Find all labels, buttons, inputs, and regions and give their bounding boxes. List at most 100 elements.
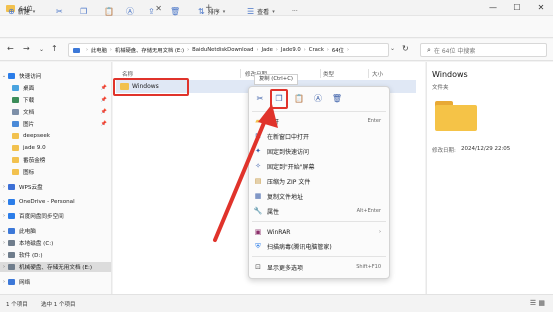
- view-toggle[interactable]: ☰ ▦: [530, 299, 545, 307]
- menu-shortcut: Shift+F10: [356, 264, 381, 270]
- forward-arrow-icon[interactable]: →: [23, 44, 30, 53]
- sidebar-item-drive-d[interactable]: › 软件 (D:): [0, 250, 111, 260]
- sidebar-item-pictures[interactable]: 图片 📌: [0, 119, 111, 129]
- chevron-down-icon[interactable]: ⌄: [390, 45, 395, 52]
- sort-icon: ⇅: [198, 7, 205, 16]
- minimize-button[interactable]: —: [481, 0, 505, 16]
- sidebar-item-quick-access[interactable]: ⌄ 快速访问: [0, 71, 111, 81]
- back-arrow-icon[interactable]: ←: [7, 44, 14, 53]
- sidebar-item-label: 图片: [23, 122, 35, 128]
- drive-icon: [8, 252, 15, 258]
- breadcrumb-item[interactable]: Jade9.0: [281, 47, 301, 53]
- sidebar-item-network[interactable]: › 网络: [0, 277, 111, 287]
- folder-icon: [12, 133, 19, 139]
- sidebar-item-baidu[interactable]: › 百度网盘同步空间: [0, 211, 111, 221]
- sidebar-item-jade[interactable]: jade 9.0: [0, 143, 111, 153]
- scissors-icon: ✂: [56, 7, 63, 16]
- sidebar-item-wps[interactable]: › WPS云盘: [0, 182, 111, 192]
- chevron-right-icon[interactable]: ›: [0, 264, 8, 270]
- breadcrumb-item[interactable]: BaiduNetdiskDownload: [192, 47, 253, 53]
- folder-icon: [12, 145, 19, 151]
- breadcrumb-item[interactable]: 此电脑: [91, 46, 107, 54]
- sidebar-item-label: OneDrive - Personal: [19, 199, 75, 205]
- search-input[interactable]: ⌕ 在 64位 中搜索: [420, 43, 547, 57]
- copy-button[interactable]: ❐: [80, 5, 90, 18]
- breadcrumb-item[interactable]: Jade: [261, 47, 272, 53]
- chevron-right-icon[interactable]: ›: [0, 240, 8, 246]
- sidebar-item-fanqie[interactable]: 番茄金榜: [0, 155, 111, 165]
- sidebar-item-label: 番茄金榜: [23, 158, 46, 164]
- search-icon: ⌕: [427, 45, 431, 54]
- preview-type: 文件夹: [432, 85, 449, 91]
- pin-icon: 📌: [100, 85, 107, 91]
- cut-button[interactable]: ✂: [56, 5, 66, 18]
- up-arrow-icon[interactable]: ↑: [51, 44, 58, 53]
- computer-icon: [73, 47, 80, 53]
- computer-icon: [8, 228, 15, 234]
- sort-button[interactable]: ⇅ 排序 ▾: [198, 5, 225, 18]
- chevron-right-icon[interactable]: ›: [0, 279, 8, 285]
- column-header-type[interactable]: 类型: [323, 70, 334, 78]
- item-count: 1 个项目: [6, 302, 28, 308]
- sidebar-item-label: 软件 (D:): [19, 253, 43, 259]
- view-icon: ☰: [247, 7, 255, 16]
- star-icon: [8, 73, 15, 79]
- chevron-right-icon[interactable]: ›: [0, 199, 8, 205]
- new-button[interactable]: ⊕ 新建 ▾: [8, 5, 35, 18]
- refresh-icon[interactable]: ↻: [402, 44, 409, 53]
- rename-icon[interactable]: Ⓐ: [311, 92, 325, 106]
- rename-icon: Ⓐ: [126, 7, 134, 16]
- preview-pane: [426, 62, 553, 294]
- plus-circle-icon: ⊕: [8, 7, 15, 16]
- preview-date: 2024/12/29 22:05: [461, 146, 511, 152]
- network-icon: [8, 279, 15, 285]
- more-button[interactable]: ···: [292, 5, 298, 18]
- status-bar: [0, 294, 553, 312]
- sidebar-item-this-pc[interactable]: ⌄ 此电脑: [0, 226, 111, 236]
- window-controls: — ☐ ✕: [481, 0, 553, 16]
- sidebar-item-deepseek[interactable]: deepseek: [0, 131, 111, 141]
- sidebar-item-onedrive[interactable]: › OneDrive - Personal: [0, 197, 111, 207]
- sidebar-item-label: 下载: [23, 98, 35, 104]
- chevron-down-icon[interactable]: ⌄: [39, 46, 44, 53]
- breadcrumb-item[interactable]: 机械硬盘、存储无用文档 (E:): [115, 46, 184, 54]
- column-header-name[interactable]: 名称: [122, 70, 133, 78]
- chevron-right-icon: ›: [379, 229, 381, 235]
- sidebar-item-label: deepseek: [23, 133, 51, 139]
- chevron-down-icon[interactable]: ⌄: [0, 228, 8, 234]
- chevron-down-icon: ▾: [32, 8, 36, 15]
- paste-button[interactable]: 📋: [104, 5, 117, 18]
- column-header-size[interactable]: 大小: [372, 70, 383, 78]
- download-icon: [12, 97, 19, 103]
- address-bar[interactable]: › 此电脑 › 机械硬盘、存储无用文档 (E:) › BaiduNetdiskD…: [68, 43, 389, 57]
- preview-date-label: 修改日期:: [432, 148, 456, 154]
- trash-icon: 🗑: [170, 7, 181, 16]
- close-button[interactable]: ✕: [529, 0, 553, 16]
- chevron-right-icon[interactable]: ›: [0, 213, 8, 219]
- chevron-right-icon[interactable]: ›: [0, 184, 8, 190]
- paste-icon[interactable]: 📋: [292, 92, 306, 106]
- sidebar-item-icons[interactable]: 图标: [0, 167, 111, 177]
- toolbar: [0, 16, 553, 38]
- menu-item-label: 显示更多选项: [267, 264, 304, 272]
- rename-button[interactable]: Ⓐ: [126, 5, 137, 18]
- view-button[interactable]: ☰ 查看 ▾: [247, 5, 275, 18]
- delete-button[interactable]: 🗑: [170, 5, 183, 18]
- chevron-down-icon[interactable]: ⌄: [0, 73, 8, 79]
- sidebar-item-desktop[interactable]: 桌面 📌: [0, 83, 111, 93]
- breadcrumb-item[interactable]: 64位: [332, 46, 344, 54]
- breadcrumb-item[interactable]: Crack: [309, 47, 324, 53]
- chevron-right-icon[interactable]: ›: [0, 252, 8, 258]
- maximize-button[interactable]: ☐: [505, 0, 529, 16]
- sidebar-item-drive-e[interactable]: › 机械硬盘、存储无用文档 (E:): [0, 262, 111, 272]
- delete-icon[interactable]: 🗑: [330, 92, 344, 106]
- annotation-arrow: [213, 104, 278, 242]
- menu-shortcut: Enter: [367, 118, 381, 124]
- share-button[interactable]: ⇪: [148, 5, 158, 18]
- menu-item-more-options[interactable]: ⊡ 显示更多选项 Shift+F10: [249, 261, 389, 273]
- sidebar-item-documents[interactable]: 文档 📌: [0, 107, 111, 117]
- sidebar-item-drive-c[interactable]: › 本地磁盘 (C:): [0, 238, 111, 248]
- new-label: 新建: [17, 9, 30, 16]
- sidebar-item-downloads[interactable]: 下载 📌: [0, 95, 111, 105]
- picture-icon: [12, 121, 19, 127]
